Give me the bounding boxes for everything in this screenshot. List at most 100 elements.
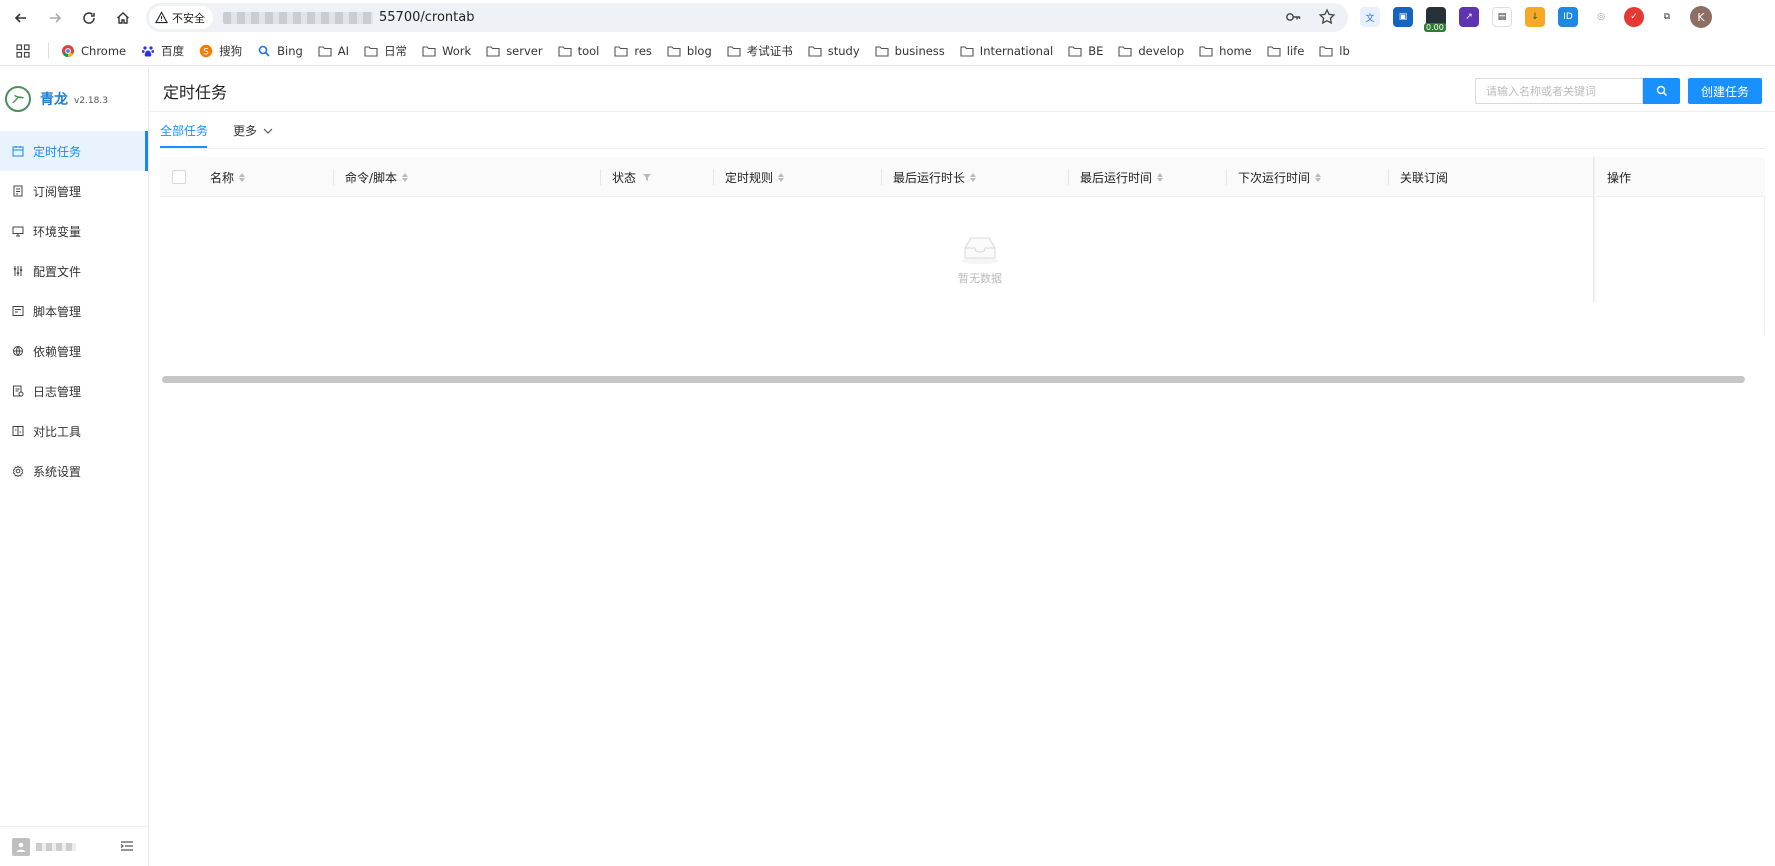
security-chip[interactable]: 不安全 [149,6,213,29]
bookmark-label: Chrome [81,43,127,58]
sidebar-item-label: 环境变量 [33,224,82,239]
tab-all-label: 全部任务 [160,124,209,138]
filter-icon[interactable] [642,172,652,182]
menu-fold-icon[interactable] [120,839,134,853]
home-button[interactable] [112,7,134,29]
horizontal-scrollbar[interactable] [162,376,1745,383]
select-all-checkbox-cell[interactable] [172,157,186,197]
url-text: 55700/crontab [379,10,475,25]
bookmark-7[interactable]: server [486,44,543,58]
sliders-icon [13,266,23,276]
col-last-run-header[interactable]: 最后运行时间 [1080,157,1164,197]
bookmark-label: 日常 [384,43,408,58]
star-icon[interactable] [1318,8,1336,26]
reload-button[interactable] [78,7,100,29]
create-task-button[interactable]: 创建任务 [1688,78,1762,104]
sidebar-item-sliders[interactable]: 配置文件 [0,251,148,291]
sort-icon[interactable] [1157,172,1164,182]
col-subscription-header[interactable]: 关联订阅 [1400,157,1448,197]
profile-avatar[interactable]: K [1690,6,1712,28]
forward-button[interactable] [44,7,66,29]
sidebar-item-calendar[interactable]: 定时任务 [0,131,148,171]
folder-icon [1118,45,1132,57]
bookmark-13[interactable]: business [875,44,945,58]
col-command-header[interactable]: 命令/脚本 [345,157,409,197]
sidebar-item-desktop[interactable]: 环境变量 [0,211,148,251]
bookmark-6[interactable]: Work [422,44,471,58]
select-all-checkbox[interactable] [172,170,186,184]
id-ext-icon[interactable]: ID [1558,7,1578,27]
col-next-run-header[interactable]: 下次运行时间 [1238,157,1322,197]
bookmark-11[interactable]: 考试证书 [727,43,793,59]
red-ext-icon[interactable]: ✓ [1624,7,1644,27]
folder-icon [960,45,974,57]
download-ext-icon[interactable]: ↓ [1525,7,1545,27]
apps-icon[interactable] [16,43,36,58]
bookmark-2[interactable]: S 搜狗 [199,43,242,59]
address-bar[interactable]: 不安全 55700/crontab [146,3,1348,32]
subscription-icon [13,185,23,197]
blue-ext-icon[interactable]: ▣ [1393,7,1413,27]
bookmark-10[interactable]: blog [667,44,712,58]
sidebar-item-gear[interactable]: 系统设置 [0,451,148,491]
search-input[interactable] [1476,79,1642,103]
bookmark-8[interactable]: tool [558,44,599,58]
column-divider [713,169,714,185]
folder-icon [1068,45,1082,57]
calendar-icon [12,146,24,157]
bookmark-12[interactable]: study [808,44,860,58]
monitor-ext-icon[interactable]: 0.00 [1424,7,1446,32]
sidebar-item-network[interactable]: 依赖管理 [0,331,148,371]
sidebar: 青龙 v2.18.3 定时任务订阅管理环境变量配置文件 脚本管理 依赖管理 日志管理对… [0,67,149,866]
search-field[interactable] [1475,78,1643,104]
sidebar-item-diff[interactable]: 对比工具 [0,411,148,451]
puzzle-icon[interactable]: ⧉ [1657,7,1677,27]
bookmark-9[interactable]: res [614,44,652,58]
bookmark-19[interactable]: lb [1319,44,1350,58]
col-name-header[interactable]: 名称 [210,157,246,197]
col-schedule-header[interactable]: 定时规则 [725,157,785,197]
back-button[interactable] [10,7,32,29]
sort-icon[interactable] [239,172,246,182]
bookmark-3[interactable]: Bing [257,44,303,58]
sidebar-item-script[interactable]: 脚本管理 [0,291,148,331]
sidebar-item-label: 订阅管理 [33,184,82,199]
key-icon[interactable] [1284,8,1302,26]
tab-more[interactable]: 更多 [233,122,273,139]
window-ext-icon[interactable]: ▤ [1492,7,1512,27]
col-actions-header[interactable]: 操作 [1607,157,1631,197]
bookmark-label: study [827,43,860,58]
brand-name: 青龙 [40,92,68,108]
bookmark-1[interactable]: 百度 [141,43,184,59]
sidebar-item-log[interactable]: 日志管理 [0,371,148,411]
folder-icon [614,45,628,57]
bookmark-18[interactable]: life [1267,44,1304,58]
bookmark-17[interactable]: home [1199,44,1252,58]
column-divider [881,169,882,185]
search-button[interactable] [1643,78,1680,104]
chart-ext-icon[interactable]: ↗ [1459,7,1479,27]
sort-icon[interactable] [1315,172,1322,182]
bookmark-label: business [894,43,945,58]
folder-icon [808,45,822,57]
bookmark-15[interactable]: BE [1068,44,1103,58]
bookmark-16[interactable]: develop [1118,44,1184,58]
sort-icon[interactable] [402,172,409,182]
url-redacted [223,11,373,24]
bookmark-0[interactable]: Chrome [61,44,126,58]
sidebar-item-subscription[interactable]: 订阅管理 [0,171,148,211]
sort-icon[interactable] [778,172,785,182]
bookmark-label: 百度 [161,43,185,58]
sort-icon[interactable] [970,172,977,182]
bookmark-5[interactable]: 日常 [364,43,407,59]
user-avatar[interactable] [12,837,30,856]
camera-ext-icon[interactable]: ◎ [1591,7,1611,27]
translate-ext-icon[interactable]: 文 [1360,7,1380,27]
tab-all-tasks[interactable]: 全部任务 [160,122,208,139]
bookmark-14[interactable]: International [960,44,1053,58]
col-status-header[interactable]: 状态 [612,157,652,197]
bookmark-4[interactable]: AI [318,44,349,58]
col-last-duration-header[interactable]: 最后运行时长 [893,157,977,197]
brand: 青龙 v2.18.3 [0,67,148,131]
column-divider [1388,169,1389,185]
